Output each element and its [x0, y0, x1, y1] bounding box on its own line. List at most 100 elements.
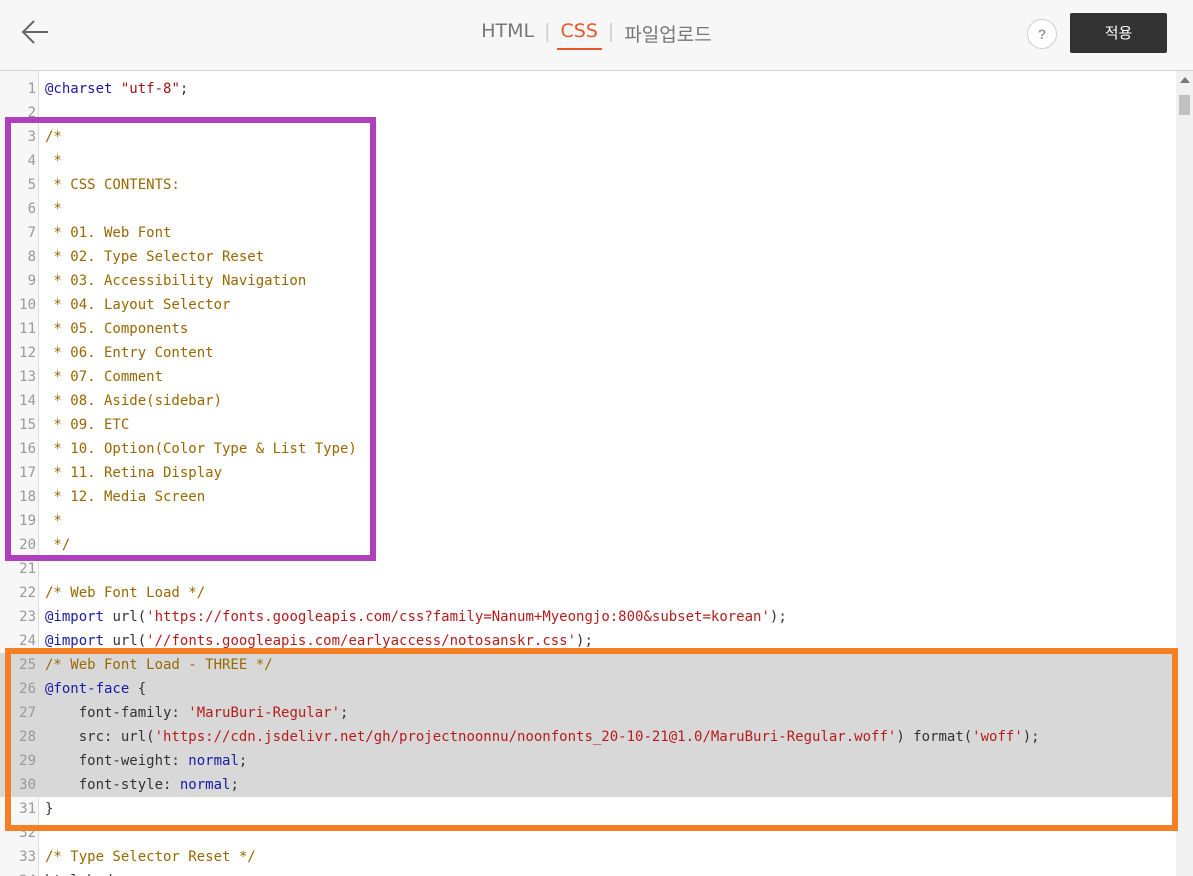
- scroll-up-icon[interactable]: [1180, 77, 1190, 83]
- code-line[interactable]: 31}: [0, 797, 1176, 821]
- code-line[interactable]: 2: [0, 101, 1176, 125]
- code-line[interactable]: 9 * 03. Accessibility Navigation: [0, 269, 1176, 293]
- code-line[interactable]: 25 /* Web Font Load - THREE */: [0, 653, 1176, 677]
- code-line[interactable]: 30 font-style: normal;: [0, 773, 1176, 797]
- code-line[interactable]: 21: [0, 557, 1176, 581]
- code-line[interactable]: 28 src: url('https://cdn.jsdelivr.net/gh…: [0, 725, 1176, 749]
- code-token: 'https://cdn.jsdelivr.net/gh/projectnoon…: [154, 729, 897, 745]
- code-token: font-style:: [45, 777, 180, 793]
- code-token: @import: [45, 609, 105, 625]
- code-token: ;: [340, 705, 349, 721]
- code-line[interactable]: 29 font-weight: normal;: [0, 749, 1176, 773]
- code-text: }: [45, 797, 53, 821]
- code-line[interactable]: 13 * 07. Comment: [0, 365, 1176, 389]
- code-text: *: [45, 197, 61, 221]
- code-line[interactable]: 8 * 02. Type Selector Reset: [0, 245, 1176, 269]
- code-text: font-style: normal;: [45, 773, 239, 797]
- code-token: * 04. Layout Selector: [45, 297, 231, 313]
- css-code-editor[interactable]: 1 @charset "utf-8"; 2 3/* 4 * 5 * CSS CONTENT…: [0, 71, 1193, 876]
- vertical-scrollbar[interactable]: [1176, 71, 1193, 876]
- code-line[interactable]: 4 *: [0, 149, 1176, 173]
- code-line[interactable]: 7 * 01. Web Font: [0, 221, 1176, 245]
- code-line[interactable]: 1 @charset "utf-8";: [0, 77, 1176, 101]
- line-number: 6: [27, 201, 36, 217]
- code-line[interactable]: 15 * 09. ETC: [0, 413, 1176, 437]
- line-number: 4: [27, 153, 36, 169]
- code-token: 'https://fonts.googleapis.com/css?family…: [146, 609, 770, 625]
- code-token: * 07. Comment: [45, 369, 164, 385]
- code-line[interactable]: 11 * 05. Components: [0, 317, 1176, 341]
- line-number: 17: [19, 465, 36, 481]
- code-token: *: [45, 153, 62, 169]
- code-token: font-family:: [45, 705, 189, 721]
- code-line[interactable]: 20 */: [0, 533, 1176, 557]
- code-token: * 08. Aside(sidebar): [45, 393, 223, 409]
- code-token: 'MaruBuri-Regular': [188, 705, 341, 721]
- code-token: * 09. ETC: [45, 417, 130, 433]
- line-number: 29: [19, 753, 36, 769]
- tab-html[interactable]: HTML: [477, 20, 538, 48]
- tab-separator: |: [607, 20, 615, 42]
- line-number: 16: [19, 441, 36, 457]
- code-line[interactable]: 3 /*: [0, 125, 1176, 149]
- line-number: 32: [19, 825, 36, 841]
- code-line[interactable]: 26 @font-face {: [0, 677, 1176, 701]
- code-line[interactable]: 22 /* Web Font Load */: [0, 581, 1176, 605]
- line-number: 21: [19, 561, 36, 577]
- code-line[interactable]: 18 * 12. Media Screen: [0, 485, 1176, 509]
- code-token: * CSS CONTENTS:: [45, 177, 180, 193]
- code-line[interactable]: 10 * 04. Layout Selector: [0, 293, 1176, 317]
- code-text: * 01. Web Font: [45, 221, 171, 245]
- tab-css[interactable]: CSS: [556, 20, 602, 50]
- line-number: 34: [0, 869, 36, 876]
- code-line[interactable]: 19 *: [0, 509, 1176, 533]
- code-text: * 10. Option(Color Type & List Type): [45, 437, 356, 461]
- code-token: font-weight:: [45, 753, 189, 769]
- code-line[interactable]: 23 @import url('https://fonts.googleapis.…: [0, 605, 1176, 629]
- code-token: );: [1022, 729, 1040, 745]
- code-token: normal: [188, 753, 239, 769]
- code-line[interactable]: 33 /* Type Selector Reset */: [0, 845, 1176, 869]
- line-number: 2: [27, 105, 36, 121]
- code-line[interactable]: 24 @import url('//fonts.googleapis.com/ea…: [0, 629, 1176, 653]
- code-text: font-weight: normal;: [45, 749, 248, 773]
- tab-file-upload[interactable]: 파일업로드: [620, 20, 715, 53]
- line-number: 5: [27, 177, 36, 193]
- help-button[interactable]: ?: [1027, 19, 1057, 49]
- code-text: @charset "utf-8";: [45, 77, 188, 101]
- code-token: normal: [179, 777, 231, 793]
- line-number: 28: [19, 729, 36, 745]
- code-text: * 08. Aside(sidebar): [45, 389, 222, 413]
- code-text: html,body,: [45, 869, 129, 876]
- line-number: 25: [19, 657, 36, 673]
- code-line[interactable]: 16 * 10. Option(Color Type & List Type): [0, 437, 1176, 461]
- line-number: 27: [19, 705, 36, 721]
- code-line[interactable]: 17 * 11. Retina Display: [0, 461, 1176, 485]
- code-token: */: [45, 537, 71, 553]
- line-number: 33: [19, 849, 36, 865]
- code-text: * CSS CONTENTS:: [45, 173, 180, 197]
- line-number: 3: [27, 129, 36, 145]
- code-token: /* Web Font Load */: [45, 585, 206, 601]
- code-token: ) format(: [896, 729, 973, 745]
- code-text: font-family: 'MaruBuri-Regular';: [45, 701, 349, 725]
- code-line[interactable]: 6 *: [0, 197, 1176, 221]
- code-line[interactable]: 32: [0, 821, 1176, 845]
- code-line[interactable]: 14 * 08. Aside(sidebar): [0, 389, 1176, 413]
- code-token: );: [576, 633, 593, 649]
- code-line[interactable]: 12 * 06. Entry Content: [0, 341, 1176, 365]
- code-line[interactable]: 5 * CSS CONTENTS:: [0, 173, 1176, 197]
- code-line[interactable]: 27 font-family: 'MaruBuri-Regular';: [0, 701, 1176, 725]
- code-token: *: [45, 513, 62, 529]
- line-number: 7: [27, 225, 36, 241]
- scrollbar-thumb[interactable]: [1179, 95, 1190, 115]
- apply-button[interactable]: 적용: [1070, 13, 1167, 53]
- code-text: * 02. Type Selector Reset: [45, 245, 264, 269]
- code-token: ;: [238, 753, 248, 769]
- code-text: *: [45, 149, 62, 173]
- code-line[interactable]: 34 html,body,: [0, 869, 1176, 876]
- code-text: @font-face {: [45, 677, 146, 701]
- code-text: * 09. ETC: [45, 413, 129, 437]
- code-token: /* Type Selector Reset */: [45, 849, 256, 865]
